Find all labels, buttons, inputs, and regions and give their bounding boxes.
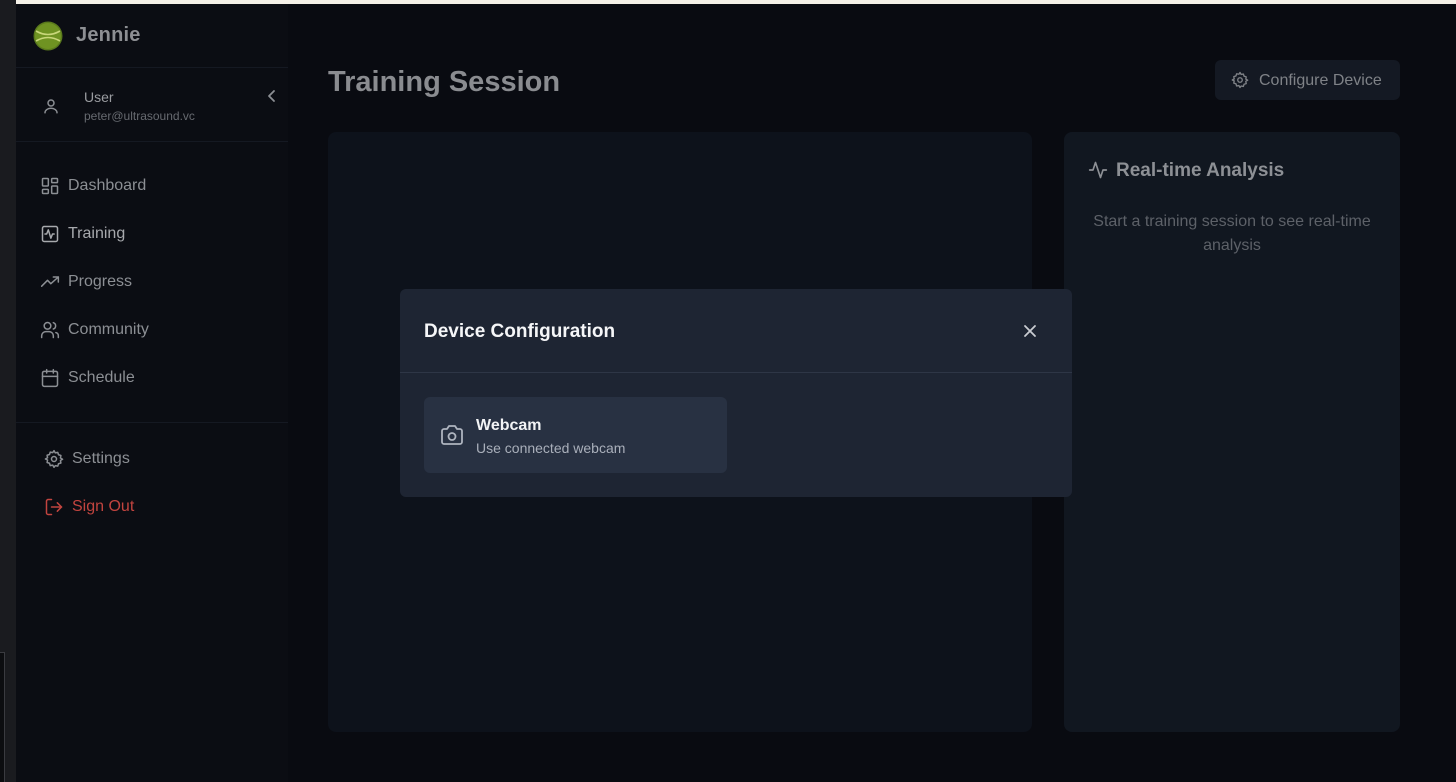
- sidebar-item-progress[interactable]: Progress: [40, 270, 270, 294]
- gear-icon: [44, 449, 64, 469]
- chevron-left-icon[interactable]: [265, 88, 279, 104]
- configure-device-label: Configure Device: [1259, 72, 1382, 89]
- sidebar-item-settings[interactable]: Settings: [44, 447, 274, 471]
- sidebar-item-schedule[interactable]: Schedule: [40, 366, 270, 390]
- analysis-panel: Real-time Analysis Start a training sess…: [1064, 132, 1400, 732]
- camera-icon: [441, 425, 463, 445]
- window-edge: [0, 652, 5, 782]
- page-title: Training Session: [328, 66, 561, 98]
- brand-name: Jennie: [76, 24, 141, 46]
- sidebar-item-community[interactable]: Community: [40, 318, 270, 342]
- sidebar-item-label: Community: [68, 321, 149, 338]
- sidebar-item-training[interactable]: Training: [40, 222, 270, 246]
- sidebar-item-label: Training: [68, 225, 126, 242]
- sidebar-divider: [16, 422, 288, 423]
- gear-icon: [1231, 71, 1249, 89]
- dashboard-icon: [41, 177, 59, 195]
- sidebar-item-label: Settings: [72, 450, 130, 467]
- configure-device-button[interactable]: Configure Device: [1215, 60, 1400, 100]
- user-card[interactable]: [16, 68, 288, 142]
- user-icon: [44, 99, 58, 114]
- activity-square-icon: [41, 225, 59, 243]
- tennis-ball-icon: [33, 21, 63, 51]
- app-window: Jennie User peter@ultrasound.vc Dashboar…: [16, 4, 1456, 782]
- sidebar: Jennie User peter@ultrasound.vc Dashboar…: [16, 4, 288, 782]
- sidebar-item-label: Progress: [68, 273, 133, 290]
- trending-up-icon: [40, 276, 60, 287]
- sidebar-item-label: Schedule: [68, 369, 135, 386]
- activity-icon: [1088, 161, 1108, 179]
- sidebar-item-label: Dashboard: [68, 177, 147, 194]
- calendar-icon: [41, 368, 59, 388]
- sidebar-item-dashboard[interactable]: Dashboard: [40, 174, 270, 198]
- brand-header: Jennie: [16, 4, 288, 68]
- device-option-webcam[interactable]: Webcam Use connected webcam: [424, 397, 727, 473]
- users-icon: [40, 321, 60, 339]
- device-option-description: Use connected webcam: [476, 440, 626, 456]
- user-name: User: [84, 89, 114, 105]
- sidebar-item-label: Sign Out: [72, 498, 135, 515]
- analysis-title: Real-time Analysis: [1116, 160, 1285, 181]
- device-option-name: Webcam: [476, 417, 542, 434]
- analysis-hint: Start a training session to see real-tim…: [1093, 213, 1371, 254]
- dialog-divider: [400, 372, 1072, 373]
- window-gutter: [0, 0, 16, 782]
- dialog-title: Device Configuration: [424, 321, 616, 342]
- log-out-icon: [45, 498, 63, 516]
- sign-out-button[interactable]: Sign Out: [44, 495, 274, 519]
- close-icon[interactable]: [1021, 322, 1039, 340]
- device-configuration-dialog: Device Configuration Webcam Use connecte…: [400, 289, 1072, 497]
- user-email: peter@ultrasound.vc: [84, 109, 195, 123]
